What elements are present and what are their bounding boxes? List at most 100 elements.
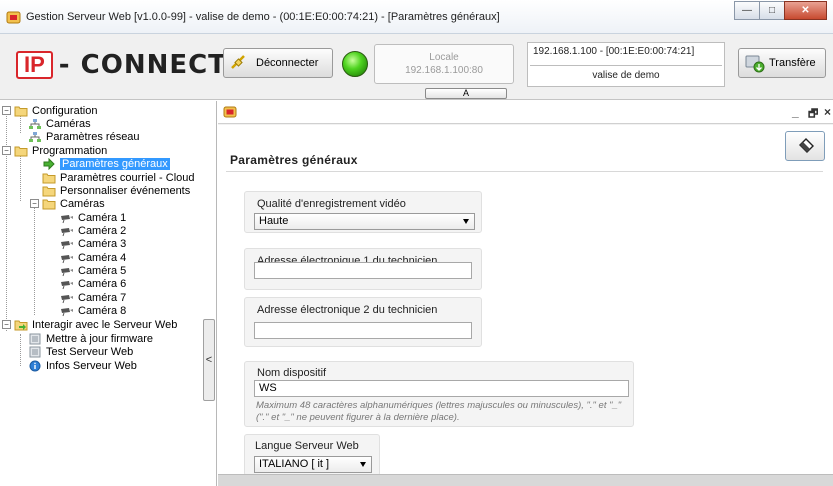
connection-status-icon: [342, 51, 368, 77]
page-title: Paramètres généraux: [230, 153, 358, 167]
tree-item-cameras-config[interactable]: Caméras: [28, 117, 91, 130]
device-name-input[interactable]: WS: [254, 380, 629, 397]
logo-mark: IP: [16, 51, 53, 79]
close-button[interactable]: ✕: [784, 1, 827, 20]
tree-item-cameras[interactable]: − Caméras: [30, 197, 105, 210]
window-controls: — □ ✕: [734, 1, 827, 20]
camera-icon: [61, 227, 73, 236]
video-quality-group: Qualité d'enregistrement vidéo Haute: [244, 191, 482, 233]
disconnect-label: Déconnecter: [256, 57, 319, 69]
language-select[interactable]: ITALIANO [ it ]: [254, 456, 372, 473]
camera-icon: [61, 280, 73, 289]
tree-item-camera-1[interactable]: Caméra 1: [60, 211, 126, 224]
dropdown-arrow-icon: [463, 219, 469, 224]
server-icon: [29, 333, 41, 344]
folder-icon: [42, 186, 56, 196]
inner-minimize-button[interactable]: _: [792, 105, 799, 119]
plug-icon: [231, 55, 245, 69]
tree-item-custom-events[interactable]: Personnaliser événements: [42, 184, 190, 197]
content-header: _ 🗗 ×: [218, 101, 833, 124]
arrow-right-icon: [43, 157, 55, 170]
tree-item-webserver-info[interactable]: Infos Serveur Web: [28, 359, 137, 372]
inner-close-button[interactable]: ×: [824, 105, 831, 119]
transfer-label: Transfère: [769, 57, 816, 69]
header-collapse-tab[interactable]: A: [425, 88, 507, 99]
camera-icon: [61, 240, 73, 249]
minimize-button[interactable]: —: [734, 1, 760, 20]
content-area: _ 🗗 × Paramètres généraux Qualité d'enre…: [218, 101, 833, 486]
camera-icon: [61, 294, 73, 303]
disconnect-button[interactable]: Déconnecter: [223, 48, 333, 78]
camera-icon: [61, 307, 73, 316]
tree-item-general-settings[interactable]: Paramètres généraux: [42, 157, 170, 170]
device-name-hint: Maximum 48 caractères alphanumériques (l…: [256, 400, 622, 423]
app-icon: [223, 106, 237, 118]
info-icon: [29, 360, 41, 371]
transfer-button[interactable]: Transfère: [738, 48, 826, 78]
tree-item-interact-webserver[interactable]: − Interagir avec le Serveur Web: [2, 318, 177, 331]
video-quality-label: Qualité d'enregistrement vidéo: [257, 198, 406, 210]
tree-item-firmware-update[interactable]: Mettre à jour firmware: [28, 332, 153, 345]
tree-connector: [20, 156, 21, 201]
locale-label: Locale: [429, 52, 459, 63]
device-name-label: Nom dispositif: [257, 367, 327, 379]
folder-icon: [42, 199, 56, 209]
tree-item-camera-5[interactable]: Caméra 5: [60, 264, 126, 277]
folder-icon: [14, 106, 28, 116]
navigation-tree: − Configuration Caméras Paramètres résea…: [0, 101, 217, 486]
ip-connect-logo: IP - CONNECT: [16, 50, 227, 80]
tech-email-2-input[interactable]: [254, 322, 472, 339]
language-group: Langue Serveur Web ITALIANO [ it ]: [244, 434, 380, 476]
logo-text: - CONNECT: [58, 50, 227, 80]
locale-box: Locale 192.168.1.100:80: [374, 44, 514, 84]
window-title: Gestion Serveur Web [v1.0.0-99] - valise…: [26, 11, 500, 23]
eraser-button[interactable]: [785, 131, 825, 161]
collapse-toggle-icon[interactable]: −: [2, 146, 11, 155]
folder-icon: [14, 146, 28, 156]
tree-item-camera-3[interactable]: Caméra 3: [60, 237, 126, 250]
panel-splitter[interactable]: <: [203, 319, 215, 401]
tree-item-configuration[interactable]: − Configuration: [2, 104, 97, 117]
transfer-icon: [745, 55, 765, 73]
camera-icon: [61, 214, 73, 223]
server-icon: [29, 346, 41, 357]
maximize-button[interactable]: □: [759, 1, 785, 20]
camera-icon: [61, 267, 73, 276]
inner-restore-button[interactable]: 🗗: [808, 105, 818, 124]
language-label: Langue Serveur Web: [255, 440, 359, 452]
network-icon: [29, 118, 41, 129]
tree-item-camera-7[interactable]: Caméra 7: [60, 291, 126, 304]
collapse-toggle-icon[interactable]: −: [2, 320, 11, 329]
title-bar: Gestion Serveur Web [v1.0.0-99] - valise…: [0, 0, 833, 34]
collapse-toggle-icon[interactable]: −: [30, 199, 39, 208]
tech-email-1-input[interactable]: [254, 262, 472, 279]
title-divider: [226, 171, 823, 172]
tree-item-camera-8[interactable]: Caméra 8: [60, 304, 126, 317]
tree-item-email-cloud[interactable]: Paramètres courriel - Cloud: [42, 171, 195, 184]
locale-ip: 192.168.1.100:80: [405, 65, 483, 76]
network-icon: [29, 131, 41, 142]
tree-item-network-settings[interactable]: Paramètres réseau: [28, 130, 140, 143]
video-quality-select[interactable]: Haute: [254, 213, 475, 230]
dropdown-arrow-icon: [360, 462, 366, 467]
content-scroll-bar[interactable]: [218, 474, 833, 486]
tech-email-1-group: Adresse électronique 1 du technicien: [244, 248, 482, 290]
tree-item-programmation[interactable]: − Programmation: [2, 144, 107, 157]
device-name-group: Nom dispositif WS Maximum 48 caractères …: [244, 361, 634, 427]
tech-email-2-label: Adresse électronique 2 du technicien: [257, 304, 438, 316]
app-header: IP - CONNECT Déconnecter Locale 192.168.…: [0, 34, 833, 100]
general-settings-panel: Paramètres généraux Qualité d'enregistre…: [218, 125, 833, 486]
eraser-icon: [799, 138, 814, 153]
app-icon: [6, 11, 21, 24]
tree-item-test-webserver[interactable]: Test Serveur Web: [28, 345, 133, 358]
collapse-toggle-icon[interactable]: −: [2, 106, 11, 115]
camera-icon: [61, 254, 73, 263]
server-address: 192.168.1.100 - [00:1E:E0:00:74:21]: [533, 46, 695, 57]
tree-connector: [20, 334, 21, 366]
tree-item-camera-2[interactable]: Caméra 2: [60, 224, 126, 237]
device-name-display: valise de demo: [530, 65, 722, 85]
tree-item-camera-6[interactable]: Caméra 6: [60, 277, 126, 290]
folder-arrow-icon: [14, 320, 28, 330]
tree-item-camera-4[interactable]: Caméra 4: [60, 251, 126, 264]
folder-icon: [42, 173, 56, 183]
